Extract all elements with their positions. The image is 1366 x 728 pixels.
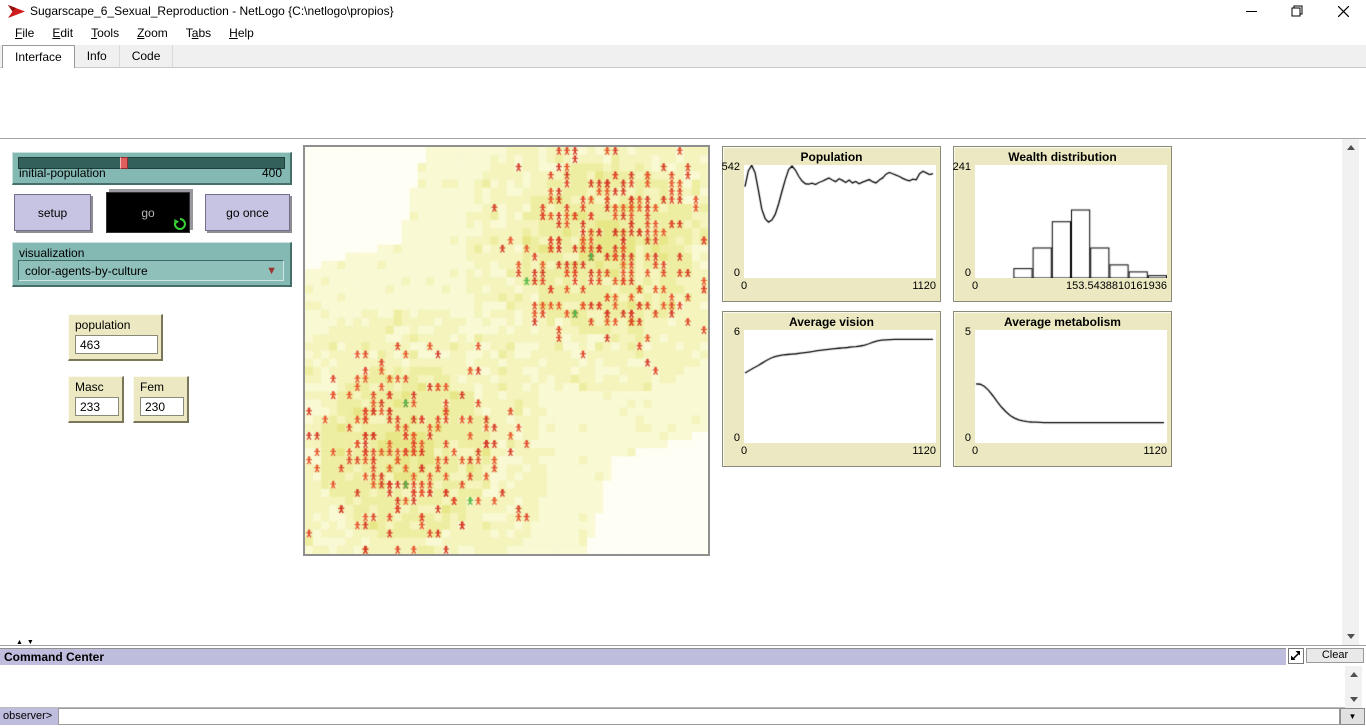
interface-toolbar: Edit Delete + Add ▾abc Button ▼ normal s… — [0, 68, 1366, 139]
command-center-maximize-button[interactable] — [1288, 648, 1304, 664]
x-axis-max: 1120 — [912, 280, 936, 292]
x-axis-max: 1120 — [1143, 445, 1167, 457]
monitor-value: 463 — [75, 335, 158, 354]
command-center-header[interactable]: Command Center — [0, 648, 1286, 665]
menu-tabs[interactable]: Tabs — [177, 22, 220, 45]
y-axis-min: 0 — [965, 432, 971, 444]
x-axis-min: 0 — [972, 445, 978, 457]
scroll-down-button[interactable] — [1342, 628, 1359, 645]
chooser-dropdown[interactable]: color-agents-by-culture ▼ — [18, 260, 284, 281]
x-axis-min: 0 — [741, 280, 747, 292]
title-bar: Sugarscape_6_Sexual_Reproduction - NetLo… — [0, 0, 1366, 22]
population-plot: Population 542 0 0 1120 — [722, 146, 941, 302]
forever-icon — [174, 218, 186, 230]
x-axis-min: 0 — [972, 280, 978, 292]
y-axis-max: 241 — [953, 161, 971, 173]
plot-title: Average metabolism — [954, 315, 1171, 329]
command-input[interactable] — [58, 708, 1340, 725]
minimize-button[interactable] — [1228, 0, 1274, 22]
command-history-button[interactable]: ▼ — [1340, 708, 1365, 725]
monitor-label: Fem — [140, 380, 164, 394]
chooser-label: visualization — [19, 246, 84, 260]
plot-title: Average vision — [723, 315, 940, 329]
menu-file[interactable]: File — [6, 22, 43, 45]
world-view[interactable] — [303, 145, 710, 556]
plot-area — [744, 330, 936, 443]
scroll-up-button[interactable] — [1342, 139, 1359, 156]
slider-value: 400 — [262, 166, 282, 180]
scroll-up-button[interactable] — [1345, 666, 1362, 683]
go-button[interactable]: go — [106, 192, 190, 233]
initial-population-slider[interactable]: initial-population 400 — [12, 152, 292, 185]
chooser-arrow-icon: ▼ — [266, 265, 277, 277]
population-monitor: population 463 — [68, 314, 163, 361]
menu-tools[interactable]: Tools — [82, 22, 128, 45]
x-axis-max: 1120 — [912, 445, 936, 457]
resize-diagonal-icon — [1291, 651, 1301, 661]
menu-bar: File Edit Tools Zoom Tabs Help — [0, 22, 1366, 45]
slider-label: initial-population — [19, 166, 106, 180]
plot-title: Wealth distribution — [954, 150, 1171, 164]
netlogo-logo-icon — [8, 5, 25, 18]
tab-code[interactable]: Code — [120, 45, 174, 67]
x-axis-min: 0 — [741, 445, 747, 457]
monitor-value: 233 — [75, 397, 119, 416]
plot-area — [975, 165, 1167, 278]
menu-edit[interactable]: Edit — [43, 22, 82, 45]
y-axis-min: 0 — [734, 267, 740, 279]
monitor-label: Masc — [75, 380, 104, 394]
tab-info[interactable]: Info — [75, 45, 120, 67]
y-axis-min: 0 — [965, 267, 971, 279]
scroll-down-button[interactable] — [1345, 691, 1362, 708]
y-axis-min: 0 — [734, 432, 740, 444]
y-axis-max: 542 — [722, 161, 740, 173]
go-once-button[interactable]: go once — [205, 194, 290, 231]
masc-monitor: Masc 233 — [68, 376, 124, 423]
output-scrollbar[interactable] — [1345, 666, 1362, 708]
y-axis-max: 6 — [734, 326, 740, 338]
command-center-title: Command Center — [4, 650, 104, 664]
y-axis-max: 5 — [965, 326, 971, 338]
average-vision-plot: Average vision 6 0 0 1120 — [722, 311, 941, 467]
setup-button[interactable]: setup — [14, 194, 91, 231]
restore-button[interactable] — [1274, 0, 1320, 22]
wealth-distribution-plot: Wealth distribution 241 0 0 153.54388101… — [953, 146, 1172, 302]
plot-area — [744, 165, 936, 278]
tab-bar: Interface Info Code — [0, 45, 1366, 68]
go-button-label: go — [141, 206, 154, 220]
fem-monitor: Fem 230 — [133, 376, 189, 423]
plot-area — [975, 330, 1167, 443]
chooser-selected-value: color-agents-by-culture — [25, 264, 148, 278]
chevron-down-icon: ▼ — [1349, 712, 1357, 721]
monitor-label: population — [75, 318, 130, 332]
plot-title: Population — [723, 150, 940, 164]
visualization-chooser[interactable]: visualization color-agents-by-culture ▼ — [12, 242, 292, 287]
window-title: Sugarscape_6_Sexual_Reproduction - NetLo… — [30, 0, 394, 22]
menu-zoom[interactable]: Zoom — [128, 22, 177, 45]
command-center-output[interactable] — [0, 666, 1345, 708]
clear-button[interactable]: Clear — [1306, 648, 1364, 663]
monitor-value: 230 — [140, 397, 184, 416]
interface-canvas: initial-population 400 setup go go once … — [0, 139, 1366, 646]
close-button[interactable] — [1320, 0, 1366, 22]
observer-prompt-label: observer> — [0, 708, 58, 725]
menu-help[interactable]: Help — [220, 22, 263, 45]
average-metabolism-plot: Average metabolism 5 0 0 1120 — [953, 311, 1172, 467]
x-axis-max: 153.5438810161936 — [1066, 280, 1167, 292]
tab-interface[interactable]: Interface — [2, 45, 75, 68]
interface-vertical-scrollbar[interactable] — [1342, 139, 1359, 645]
command-center-splitter[interactable]: ▲▼ — [16, 639, 38, 646]
world-canvas[interactable] — [305, 147, 708, 554]
